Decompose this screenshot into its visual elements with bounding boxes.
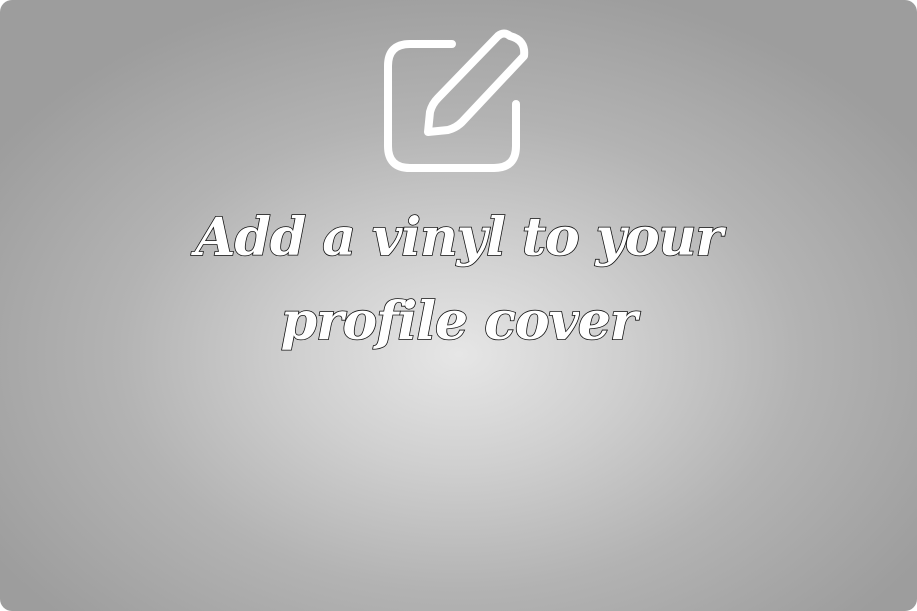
add-vinyl-prompt: Add a vinyl to your profile cover (194, 206, 723, 353)
profile-cover-placeholder[interactable]: Add a vinyl to your profile cover (0, 0, 917, 611)
edit-icon (384, 29, 529, 172)
